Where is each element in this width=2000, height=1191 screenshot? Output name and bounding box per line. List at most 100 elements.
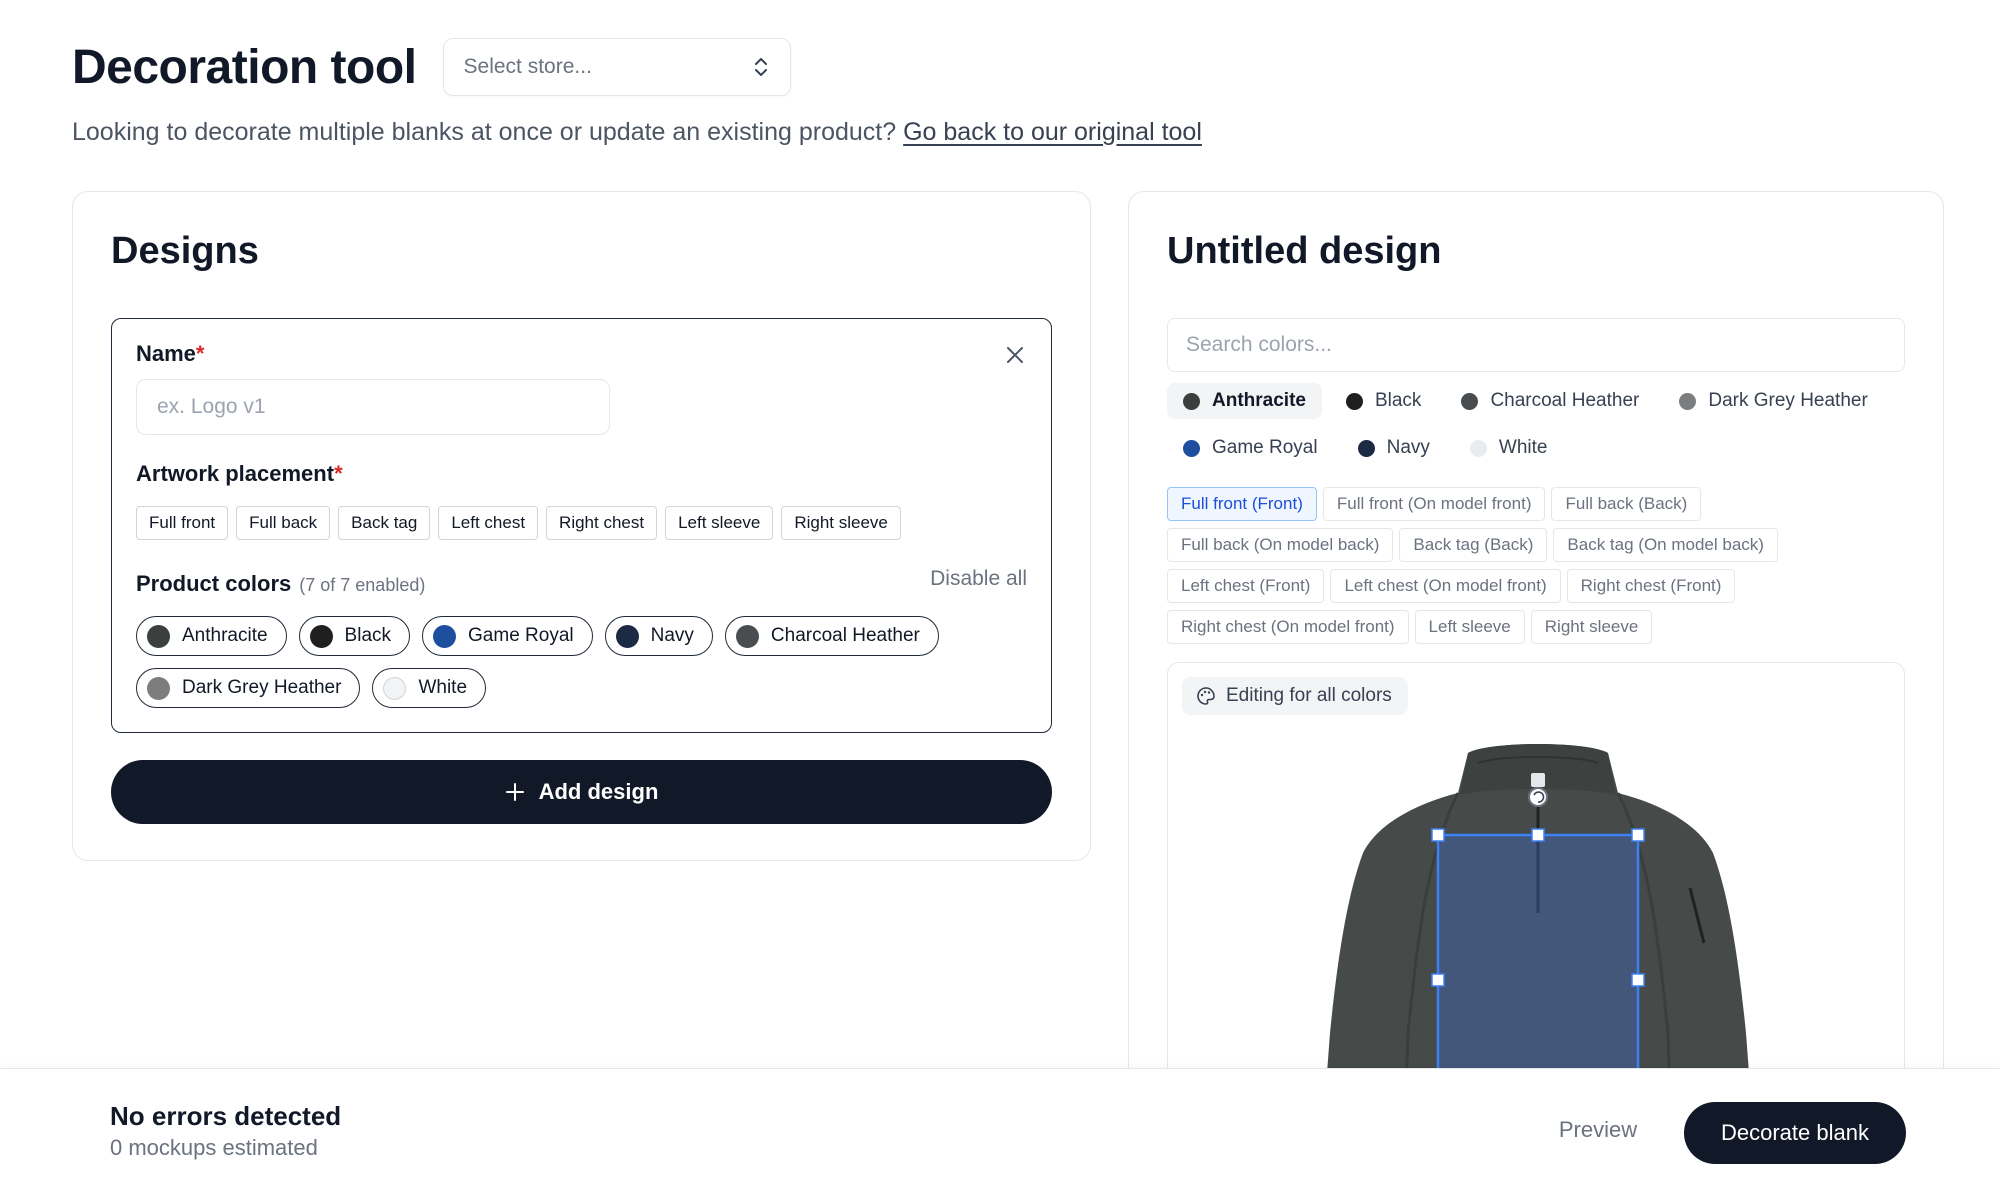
color-pill-white[interactable]: White xyxy=(372,668,487,708)
color-swatch xyxy=(735,624,759,648)
color-filter-anthracite[interactable]: Anthracite xyxy=(1167,383,1322,419)
color-swatch xyxy=(1357,439,1375,457)
bottom-action-bar: No errors detected 0 mockups estimated P… xyxy=(0,1068,2000,1191)
placement-tab-right-chest-on-model-front[interactable]: Right chest (On model front) xyxy=(1167,610,1409,644)
color-swatch xyxy=(1345,392,1363,410)
color-pill-label: White xyxy=(418,677,468,698)
page-title: Decoration tool xyxy=(72,40,417,94)
color-pills: Anthracite Black Game Royal Navy Charcoal He… xyxy=(136,616,996,708)
preview-button[interactable]: Preview xyxy=(1530,1099,1666,1161)
placement-label: Artwork placement* xyxy=(136,461,343,486)
design-name-input[interactable] xyxy=(136,379,610,435)
color-swatch xyxy=(1461,392,1479,410)
color-filter-dark-grey-heather[interactable]: Dark Grey Heather xyxy=(1663,383,1883,419)
color-filter-label: White xyxy=(1498,437,1548,458)
placement-tab-full-back-on-model-back[interactable]: Full back (On model back) xyxy=(1167,528,1394,562)
color-swatch xyxy=(1679,392,1697,410)
add-design-button[interactable]: Add design xyxy=(111,760,1052,824)
color-swatch xyxy=(147,624,170,648)
color-filter-white[interactable]: White xyxy=(1454,430,1564,466)
design-form: Name* Artwork placement* Full frontFull … xyxy=(111,318,1052,733)
decorate-blank-button[interactable]: Decorate blank xyxy=(1684,1102,1906,1164)
search-colors-input[interactable] xyxy=(1167,318,1905,372)
placement-tabs-row: Full front (Front) Full front (On model f… xyxy=(1167,487,1702,521)
color-pill-game-royal[interactable]: Game Royal xyxy=(422,616,593,656)
color-filter-game-royal[interactable]: Game Royal xyxy=(1167,430,1334,466)
placement-tabs-row: Right chest (On model front) Left sleeve R… xyxy=(1167,610,1653,644)
status-title: No errors detected xyxy=(110,1101,342,1131)
placement-chip-back-tag[interactable]: Back tag xyxy=(338,506,431,540)
color-pill-black[interactable]: Black xyxy=(298,616,411,656)
placement-chip-full-front[interactable]: Full front xyxy=(136,506,229,540)
palette-icon xyxy=(1197,687,1215,705)
chevron-updown-icon xyxy=(754,58,767,76)
placement-tabs-row: Left chest (Front) Left chest (On model f… xyxy=(1167,569,1736,603)
status-subtitle: 0 mockups estimated xyxy=(110,1135,318,1160)
color-filter-row: Anthracite Black Charcoal Heather Dark Grey… xyxy=(1167,383,1884,419)
placement-chip-left-chest[interactable]: Left chest xyxy=(438,506,539,540)
color-pill-anthracite[interactable]: Anthracite xyxy=(136,616,287,656)
placement-tab-right-chest-front[interactable]: Right chest (Front) xyxy=(1566,569,1736,603)
page-subtitle: Looking to decorate multiple blanks at o… xyxy=(72,118,1202,147)
color-swatch xyxy=(615,624,639,648)
placement-tab-full-front-front[interactable]: Full front (Front) xyxy=(1167,487,1317,521)
placement-tab-back-tag-back[interactable]: Back tag (Back) xyxy=(1399,528,1548,562)
color-filter-label: Game Royal xyxy=(1212,437,1318,458)
disable-all-button[interactable]: Disable all xyxy=(930,567,1027,591)
color-pill-dark-grey-heather[interactable]: Dark Grey Heather xyxy=(136,668,361,708)
color-pill-label: Game Royal xyxy=(468,625,574,646)
color-filter-label: Anthracite xyxy=(1212,390,1306,411)
add-design-label: Add design xyxy=(538,779,659,804)
editing-badge-label: Editing for all colors xyxy=(1226,685,1392,706)
designs-title: Designs xyxy=(111,230,259,272)
placement-chip-right-chest[interactable]: Right chest xyxy=(546,506,658,540)
color-filter-label: Navy xyxy=(1386,437,1430,458)
placement-tab-full-back-back[interactable]: Full back (Back) xyxy=(1551,487,1702,521)
color-swatch xyxy=(1469,439,1487,457)
designs-card: Designs Name* Artwork placement* Full fr… xyxy=(72,191,1091,861)
color-swatch xyxy=(309,624,333,648)
colors-label: Product colors (7 of 7 enabled) xyxy=(136,571,426,596)
design-preview-card: Untitled design Anthracite Black Charcoal … xyxy=(1128,191,1944,1191)
color-swatch xyxy=(433,624,457,648)
color-swatch xyxy=(1183,392,1200,410)
page-header: Decoration tool Select store... xyxy=(72,38,791,96)
original-tool-link[interactable]: Go back to our original tool xyxy=(903,118,1202,146)
color-filter-label: Charcoal Heather xyxy=(1490,390,1640,411)
design-title: Untitled design xyxy=(1167,230,1442,272)
name-label: Name* xyxy=(136,341,205,366)
store-select-placeholder: Select store... xyxy=(463,55,592,78)
color-swatch xyxy=(147,676,170,700)
color-filter-label: Black xyxy=(1374,390,1422,411)
placement-chip-full-back[interactable]: Full back xyxy=(236,506,331,540)
color-pill-label: Charcoal Heather xyxy=(770,625,920,646)
color-pill-label: Dark Grey Heather xyxy=(182,677,342,698)
color-pill-navy[interactable]: Navy xyxy=(604,616,713,656)
color-pill-charcoal-heather[interactable]: Charcoal Heather xyxy=(724,616,939,656)
plus-icon xyxy=(505,783,524,801)
color-swatch xyxy=(1183,439,1200,457)
close-icon[interactable] xyxy=(1003,343,1027,367)
editing-badge: Editing for all colors xyxy=(1182,677,1408,715)
color-pill-label: Black xyxy=(344,625,392,646)
color-pill-label: Anthracite xyxy=(182,625,268,646)
placement-tab-left-chest-on-model-front[interactable]: Left chest (On model front) xyxy=(1330,569,1561,603)
placement-tabs-row: Full back (On model back) Back tag (Back)… xyxy=(1167,528,1778,562)
subtitle-text: Looking to decorate multiple blanks at o… xyxy=(72,118,897,146)
color-filter-charcoal-heather[interactable]: Charcoal Heather xyxy=(1445,383,1655,419)
color-filter-black[interactable]: Black xyxy=(1330,383,1437,419)
placement-tab-left-chest-front[interactable]: Left chest (Front) xyxy=(1167,569,1325,603)
placement-tab-left-sleeve[interactable]: Left sleeve xyxy=(1414,610,1525,644)
placement-tab-right-sleeve[interactable]: Right sleeve xyxy=(1530,610,1653,644)
placement-tab-back-tag-on-model-back[interactable]: Back tag (On model back) xyxy=(1553,528,1778,562)
placement-chip-left-sleeve[interactable]: Left sleeve xyxy=(665,506,774,540)
color-swatch xyxy=(383,676,407,700)
color-pill-label: Navy xyxy=(650,625,694,646)
color-filter-navy[interactable]: Navy xyxy=(1342,430,1446,466)
placement-tab-full-front-on-model-front[interactable]: Full front (On model front) xyxy=(1322,487,1546,521)
store-select[interactable]: Select store... xyxy=(442,38,791,96)
placement-chip-right-sleeve[interactable]: Right sleeve xyxy=(781,506,901,540)
placement-chips: Full front Full back Back tag Left chest Rig… xyxy=(136,506,901,540)
color-filter-row: Game Royal Navy White xyxy=(1167,430,1563,466)
color-filter-label: Dark Grey Heather xyxy=(1708,390,1868,411)
